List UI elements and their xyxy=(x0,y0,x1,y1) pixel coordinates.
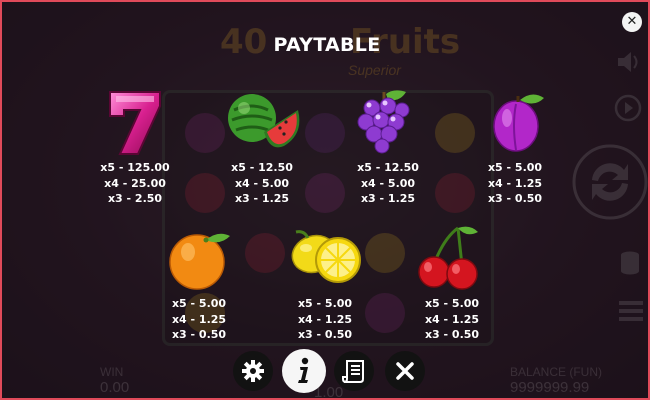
close-menu-button[interactable] xyxy=(385,351,425,391)
payout-line: x5 - 5.00 xyxy=(424,297,480,310)
payout-line: x5 - 125.00 xyxy=(100,161,170,174)
close-icon xyxy=(396,362,414,380)
payout-line: x5 - 5.00 xyxy=(487,161,543,174)
payout-line: x3 - 1.25 xyxy=(234,192,290,205)
payout-line: x3 - 0.50 xyxy=(424,328,480,341)
cherries-symbol-icon xyxy=(418,226,478,290)
settings-button[interactable] xyxy=(233,351,273,391)
payout-line: x3 - 1.25 xyxy=(360,192,416,205)
payout-line: x4 - 1.25 xyxy=(424,312,480,326)
scroll-rules-icon xyxy=(342,360,364,383)
payout-watermelon: x5 - 12.50 x4 - 5.00 x3 - 1.25 xyxy=(202,160,322,207)
payout-line: x5 - 5.00 xyxy=(171,297,227,310)
plum-symbol-icon xyxy=(493,94,544,152)
payout-line: x4 - 5.00 xyxy=(234,176,290,190)
payout-line: x4 - 1.25 xyxy=(297,312,353,326)
payout-orange: x5 - 5.00 x4 - 1.25 x3 - 0.50 xyxy=(139,296,259,343)
payout-line: x4 - 25.00 xyxy=(104,176,166,190)
payout-line: x5 - 5.00 xyxy=(297,297,353,310)
payout-line: x5 - 12.50 xyxy=(357,161,419,174)
lemon-symbol-icon xyxy=(291,230,361,283)
rules-button[interactable] xyxy=(334,351,374,391)
payout-grapes: x5 - 12.50 x4 - 5.00 x3 - 1.25 xyxy=(328,160,448,207)
payout-line: x4 - 5.00 xyxy=(360,176,416,190)
watermelon-symbol-icon xyxy=(228,94,300,148)
payout-line: x4 - 1.25 xyxy=(171,312,227,326)
payout-line: x5 - 12.50 xyxy=(231,161,293,174)
seven-symbol-icon xyxy=(109,91,161,155)
info-icon xyxy=(298,357,309,383)
info-button[interactable] xyxy=(282,349,326,393)
grapes-symbol-icon xyxy=(357,90,410,154)
page-title: PAYTABLE xyxy=(273,34,381,56)
payout-lemon: x5 - 5.00 x4 - 1.25 x3 - 0.50 xyxy=(265,296,385,343)
payout-line: x3 - 0.50 xyxy=(487,192,543,205)
orange-symbol-icon xyxy=(169,233,230,290)
payout-cherries: x5 - 5.00 x4 - 1.25 x3 - 0.50 xyxy=(392,296,512,343)
payout-plum: x5 - 5.00 x4 - 1.25 x3 - 0.50 xyxy=(455,160,575,207)
payout-line: x3 - 0.50 xyxy=(171,328,227,341)
payout-seven: x5 - 125.00 x4 - 25.00 x3 - 2.50 xyxy=(75,160,195,207)
close-paytable-button[interactable]: ✕ xyxy=(622,12,642,32)
payout-line: x3 - 2.50 xyxy=(107,192,163,205)
gear-icon xyxy=(242,360,264,382)
payout-line: x4 - 1.25 xyxy=(487,176,543,190)
payout-line: x3 - 0.50 xyxy=(297,328,353,341)
